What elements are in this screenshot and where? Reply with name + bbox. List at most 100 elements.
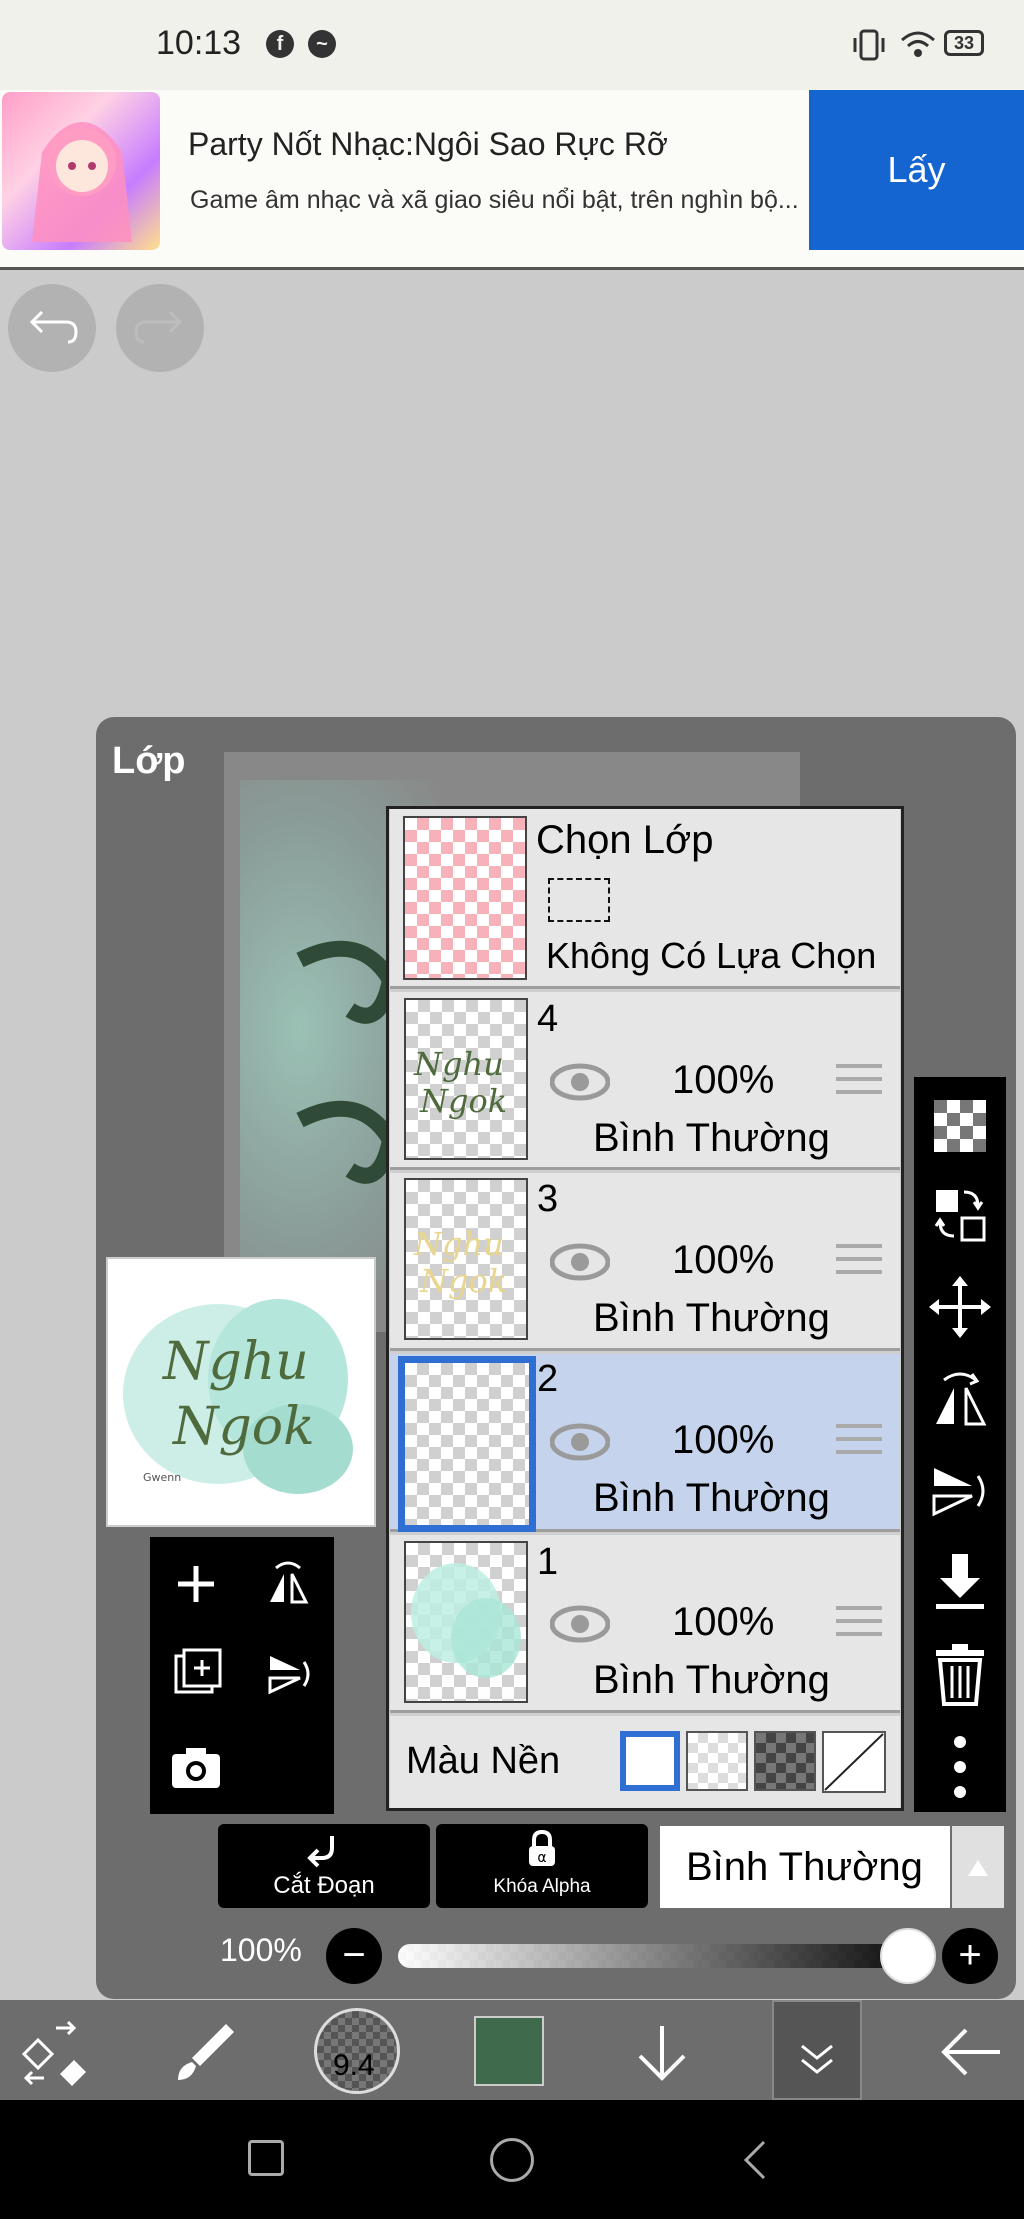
selection-layer-thumbnail <box>403 816 527 980</box>
add-layer-button[interactable] <box>156 1544 236 1624</box>
bg-none-swatch[interactable] <box>822 1731 886 1793</box>
bg-white-swatch[interactable] <box>620 1731 680 1791</box>
ad-banner[interactable]: Party Nốt Nhạc:Ngôi Sao Rực Rỡ Game âm n… <box>0 90 1024 270</box>
wifi-icon <box>901 31 935 57</box>
opacity-decrease-button[interactable]: − <box>326 1928 382 1984</box>
flip-horizontal-button[interactable] <box>248 1544 328 1624</box>
layer-number: 4 <box>537 998 559 1040</box>
flip-h-button[interactable] <box>914 1354 1006 1444</box>
merge-down-button[interactable] <box>914 1538 1006 1628</box>
ad-image[interactable] <box>2 92 160 250</box>
messenger-icon: ~ <box>308 30 336 58</box>
transfer-icon <box>934 1190 986 1242</box>
transfer-button[interactable] <box>914 1170 1006 1260</box>
layer-thumbnail <box>398 1356 536 1532</box>
redo-button[interactable] <box>116 284 204 372</box>
thumb-text-line2: Ngok <box>171 1397 315 1457</box>
thumb-text-line1: Nghu <box>161 1332 309 1392</box>
layer-thumbnail: Nghu Ngok <box>404 998 528 1160</box>
layer-mode: Bình Thường <box>593 1476 830 1520</box>
brush-icon[interactable] <box>168 2014 244 2090</box>
alpha-lock-label: Khóa Alpha <box>493 1876 591 1897</box>
arrow-down-icon[interactable] <box>622 2014 702 2090</box>
thumb-signature: Gwenn <box>143 1471 181 1484</box>
alpha-lock-button[interactable]: α Khóa Alpha <box>436 1824 648 1908</box>
eye-icon[interactable] <box>550 1422 610 1462</box>
ad-subtitle[interactable]: Game âm nhạc và xã giao siêu nổi bật, tr… <box>190 186 799 215</box>
nav-back-icon[interactable] <box>740 2138 770 2182</box>
clipping-icon <box>307 1836 334 1868</box>
selection-status: Không Có Lựa Chọn <box>546 935 877 976</box>
recent-apps-icon[interactable] <box>248 2140 284 2176</box>
eye-icon[interactable] <box>550 1062 610 1102</box>
more-vertical-icon <box>954 1736 966 1798</box>
clock: 10:13 <box>156 24 242 62</box>
color-swatch-button[interactable] <box>474 2016 544 2086</box>
flip-vertical-button[interactable] <box>248 1634 328 1714</box>
layer-mode: Bình Thường <box>593 1116 830 1160</box>
svg-text:Nghu: Nghu <box>413 1045 504 1083</box>
drag-handle-icon[interactable] <box>836 1244 882 1274</box>
ad-title[interactable]: Party Nốt Nhạc:Ngôi Sao Rực Rỡ <box>188 126 668 163</box>
layer-number: 3 <box>537 1178 559 1220</box>
bg-dark-swatch[interactable] <box>754 1731 816 1791</box>
layer-mode: Bình Thường <box>593 1658 830 1702</box>
trash-icon <box>936 1644 984 1706</box>
drag-handle-icon[interactable] <box>836 1424 882 1454</box>
battery-icon: 33 <box>944 30 984 56</box>
status-bar: 10:13 f ~ 33 <box>0 0 1024 90</box>
flip-vertical-icon <box>932 1468 985 1517</box>
layer-opacity: 100% <box>672 1418 775 1462</box>
clipping-label: Cắt Đoạn <box>273 1872 375 1899</box>
drag-handle-icon[interactable] <box>836 1606 882 1636</box>
triangle-up-icon <box>968 1860 988 1876</box>
bottom-toolbar: 9.4 <box>0 2000 1024 2100</box>
layers-toggle-button[interactable] <box>772 2000 862 2100</box>
svg-text:Nghu: Nghu <box>413 1225 504 1263</box>
checkerboard-icon <box>934 1100 986 1152</box>
blend-mode-select[interactable]: Bình Thường <box>660 1826 950 1908</box>
camera-button[interactable] <box>156 1726 236 1806</box>
plus-icon <box>178 1566 214 1602</box>
flip-vertical-icon <box>268 1656 310 1695</box>
blend-mode-dropdown-button[interactable] <box>952 1826 1004 1908</box>
flip-horizontal-icon <box>270 1561 309 1604</box>
transform-tool-icon[interactable] <box>14 2014 94 2090</box>
layer-thumbnail <box>404 1541 528 1703</box>
clipping-button[interactable]: Cắt Đoạn <box>218 1824 430 1908</box>
home-icon[interactable] <box>490 2138 534 2182</box>
eye-icon[interactable] <box>550 1242 610 1282</box>
opacity-slider-thumb[interactable] <box>880 1928 936 1984</box>
svg-text:Ngok: Ngok <box>419 1262 507 1300</box>
panel-title: Lớp <box>112 740 186 782</box>
layer-opacity: 100% <box>672 1600 775 1644</box>
delete-layer-button[interactable] <box>914 1630 1006 1720</box>
vibrate-icon <box>853 29 885 61</box>
bg-transparent-swatch[interactable] <box>686 1731 748 1791</box>
opacity-slider[interactable] <box>398 1944 914 1968</box>
layer-opacity: 100% <box>672 1058 775 1102</box>
eye-icon[interactable] <box>550 1604 610 1644</box>
layer-number: 2 <box>537 1358 559 1400</box>
opacity-increase-button[interactable]: + <box>942 1928 998 1984</box>
merge-down-icon <box>936 1554 984 1609</box>
move-icon <box>929 1276 991 1338</box>
artwork-thumbnail[interactable]: Nghu Ngok Gwenn <box>106 1257 376 1527</box>
drag-handle-icon[interactable] <box>836 1064 882 1094</box>
selection-marquee-icon <box>548 878 610 922</box>
double-chevron-down-icon <box>801 2044 833 2074</box>
flip-horizontal-icon <box>936 1372 987 1426</box>
checker-button[interactable] <box>914 1080 1006 1170</box>
add-copy-layer-button[interactable] <box>156 1634 236 1714</box>
ad-get-button[interactable]: Lấy <box>809 90 1024 250</box>
more-options-button[interactable] <box>914 1722 1006 1812</box>
move-button[interactable] <box>914 1262 1006 1352</box>
layer-mode: Bình Thường <box>593 1296 830 1340</box>
opacity-label: 100% <box>220 1932 302 1968</box>
brush-size-button[interactable]: 9.4 <box>314 2008 400 2094</box>
lock-icon: α <box>529 1829 555 1866</box>
flip-v-button[interactable] <box>914 1446 1006 1536</box>
back-arrow-icon[interactable] <box>930 2014 1010 2090</box>
svg-text:Ngok: Ngok <box>419 1082 507 1120</box>
undo-button[interactable] <box>8 284 96 372</box>
